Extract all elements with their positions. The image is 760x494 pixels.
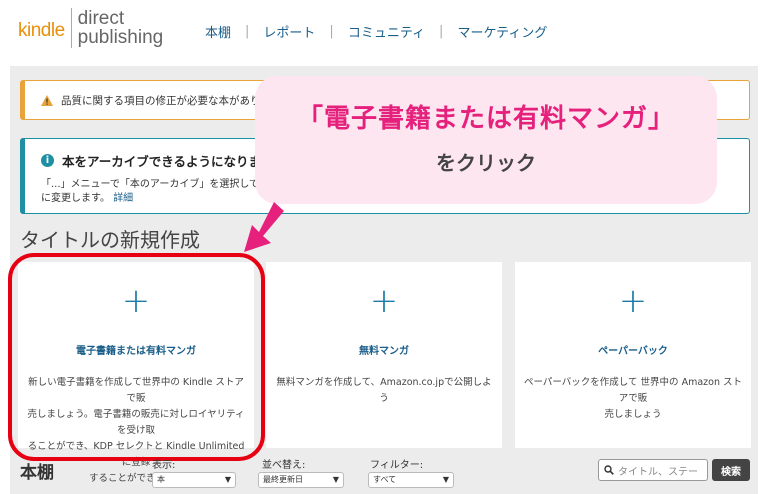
- chevron-down-icon: ▼: [224, 475, 231, 484]
- nav-separator: |: [439, 24, 444, 39]
- nav-item-reports[interactable]: レポート: [263, 22, 315, 41]
- callout-sub-text: をクリック: [436, 151, 536, 175]
- logo-direct-publishing: direct publishing: [78, 9, 164, 47]
- sort-select-value: 最終更新日: [263, 475, 303, 484]
- nav-item-bookshelf[interactable]: 本棚: [205, 22, 231, 41]
- card-desc-line: 売しましょう: [604, 409, 662, 420]
- nav-separator: |: [329, 24, 334, 39]
- view-label: 表示:: [152, 460, 176, 471]
- sort-select[interactable]: 最終更新日 ▼: [258, 472, 344, 488]
- nav-separator: |: [245, 24, 250, 39]
- card-title[interactable]: ペーパーバック: [521, 342, 745, 357]
- logo-direct-text: direct: [77, 8, 125, 29]
- highlight-outline: [8, 253, 265, 461]
- callout-main-text: 「電子書籍または有料マンガ」: [296, 104, 675, 134]
- search-icon: [604, 465, 614, 475]
- top-header: kindle direct publishing 本棚 | レポート | コミュ…: [0, 0, 760, 66]
- card-title[interactable]: 無料マンガ: [272, 342, 496, 357]
- logo-publishing-text: publishing: [77, 27, 164, 48]
- logo-kindle-text: kindle: [18, 20, 65, 41]
- instruction-callout: 「電子書籍または有料マンガ」 をクリック: [255, 76, 717, 204]
- new-title-heading: タイトルの新規作成: [20, 228, 200, 252]
- chevron-down-icon: ▼: [442, 475, 449, 484]
- info-body-line1: 「...」メニューで「本のアーカイブ」を選択して: [41, 179, 260, 190]
- filter-select[interactable]: すべて ▼: [368, 472, 454, 488]
- create-free-manga-card[interactable]: + 無料マンガ 無料マンガを作成して、Amazon.co.jpで公開しよう: [266, 262, 502, 448]
- logo-divider: [70, 8, 72, 48]
- search-button[interactable]: 検索: [712, 459, 750, 481]
- card-description: ペーパーバックを作成して 世界中の Amazon ストアで販 売しましょう: [521, 375, 745, 423]
- bookshelf-heading: 本棚: [20, 463, 54, 483]
- nav-item-marketing[interactable]: マーケティング: [457, 22, 547, 41]
- view-select-value: 本: [157, 475, 165, 484]
- info-title-text: 本をアーカイブできるようにな: [62, 154, 237, 169]
- nav-item-community[interactable]: コミュニティ: [348, 22, 425, 41]
- card-desc-line: ペーパーバックを作成して 世界中の Amazon ストアで販: [524, 377, 742, 404]
- filter-select-value: すべて: [373, 475, 397, 484]
- warning-triangle-icon: [41, 94, 53, 106]
- sort-label: 並べ替え:: [262, 460, 306, 471]
- chevron-down-icon: ▼: [332, 475, 339, 484]
- card-description: 無料マンガを作成して、Amazon.co.jpで公開しよう: [272, 375, 496, 407]
- kdp-logo[interactable]: kindle direct publishing: [18, 8, 163, 48]
- view-select[interactable]: 本 ▼: [152, 472, 236, 488]
- card-desc-line: 無料マンガを作成して、Amazon.co.jpで公開しよう: [276, 377, 492, 404]
- search-placeholder: タイトル、ステー: [618, 466, 698, 478]
- filter-label: フィルター:: [370, 460, 424, 471]
- info-details-link[interactable]: 詳細: [113, 193, 133, 204]
- plus-icon: +: [618, 281, 648, 321]
- info-icon: i: [41, 154, 54, 167]
- pointer-arrow-icon: [244, 202, 284, 252]
- main-nav: 本棚 | レポート | コミュニティ | マーケティング: [205, 22, 547, 41]
- search-input[interactable]: タイトル、ステー: [598, 459, 708, 481]
- info-body-line2: に変更します。: [41, 193, 110, 204]
- create-paperback-card[interactable]: + ペーパーバック ペーパーバックを作成して 世界中の Amazon ストアで販…: [515, 262, 751, 448]
- plus-icon: +: [369, 281, 399, 321]
- warning-text: 品質に関する項目の修正が必要な本がありま: [61, 94, 271, 107]
